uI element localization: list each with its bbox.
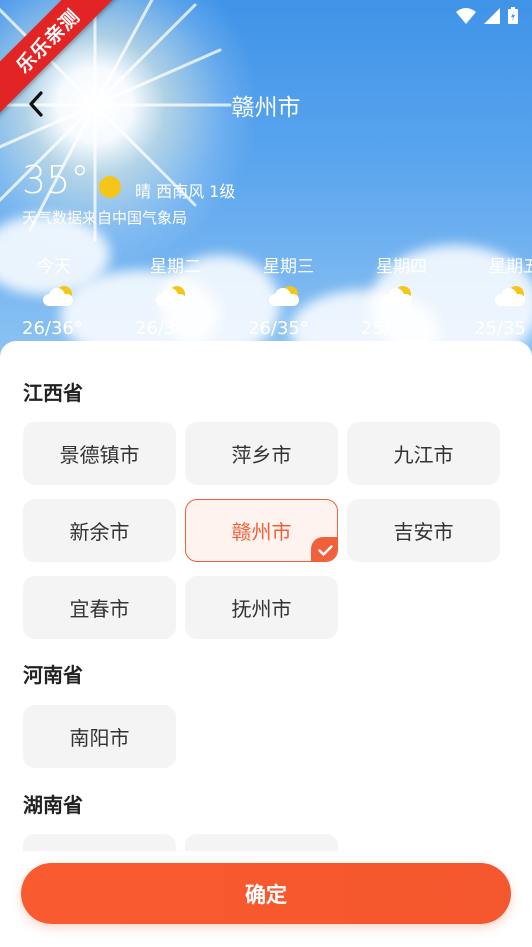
signal-icon <box>484 7 500 24</box>
check-icon <box>318 545 333 556</box>
city-option[interactable]: 景德镇市 <box>23 422 176 485</box>
city-option-label: 赣州市 <box>231 520 292 544</box>
battery-icon <box>508 7 518 24</box>
forecast-range: 25/35° <box>361 318 422 339</box>
weather-panel: 赣州市 35° 晴 西南风 1级 天气数据来自中国气象局 今天 26/36° 星… <box>0 0 532 360</box>
forecast-range: 26/36° <box>22 318 83 339</box>
weather-source: 天气数据来自中国气象局 <box>22 209 188 227</box>
city-option[interactable]: 宜春市 <box>23 576 176 639</box>
province-heading-hunan: 湖南省 <box>23 793 83 817</box>
page-title: 赣州市 <box>231 95 301 121</box>
wifi-icon <box>456 7 476 24</box>
forecast-row: 今天 26/36° 星期二 26/36° 星期三 26/35° 星期四 25/3… <box>22 252 532 339</box>
province-heading-henan: 河南省 <box>23 663 83 687</box>
partly-cloudy-icon <box>156 285 190 311</box>
forecast-day: 今天 26/36° <box>22 252 135 339</box>
forecast-day: 星期二 26/36° <box>135 252 248 339</box>
city-option[interactable]: 抚州市 <box>185 576 338 639</box>
status-bar-icons <box>456 7 518 24</box>
city-option-selected[interactable]: 赣州市 <box>185 499 338 562</box>
city-option[interactable]: 吉安市 <box>347 499 500 562</box>
forecast-day: 星期四 25/35° <box>361 252 474 339</box>
city-option[interactable]: 萍乡市 <box>185 422 338 485</box>
forecast-day-name: 今天 <box>37 257 71 277</box>
partly-cloudy-icon <box>495 285 529 311</box>
city-picker-sheet: 江西省 景德镇市 萍乡市 九江市 新余市 赣州市 吉安市 宜春市 抚州市 河南省… <box>0 341 532 947</box>
forecast-day-name: 星期四 <box>376 257 427 277</box>
current-temperature: 35° <box>22 158 90 202</box>
city-option[interactable]: 九江市 <box>347 422 500 485</box>
partly-cloudy-icon <box>382 285 416 311</box>
forecast-day: 星期五 25/35 <box>474 252 532 339</box>
forecast-range: 26/36° <box>135 318 196 339</box>
forecast-day-name: 星期五 <box>489 257 532 277</box>
city-option[interactable]: 南阳市 <box>23 705 176 768</box>
forecast-day-name: 星期二 <box>150 257 201 277</box>
forecast-day-name: 星期三 <box>263 257 314 277</box>
confirm-button[interactable]: 确定 <box>21 863 511 924</box>
partly-cloudy-icon <box>43 285 77 311</box>
sunny-icon <box>99 176 121 198</box>
city-option[interactable]: 新余市 <box>23 499 176 562</box>
weather-condition: 晴 西南风 1级 <box>135 182 236 201</box>
partly-cloudy-icon <box>269 285 303 311</box>
forecast-day: 星期三 26/35° <box>248 252 361 339</box>
forecast-range: 26/35° <box>248 318 309 339</box>
province-heading-jiangxi: 江西省 <box>23 381 83 405</box>
check-badge <box>311 537 337 561</box>
forecast-range: 25/35 <box>474 318 526 339</box>
